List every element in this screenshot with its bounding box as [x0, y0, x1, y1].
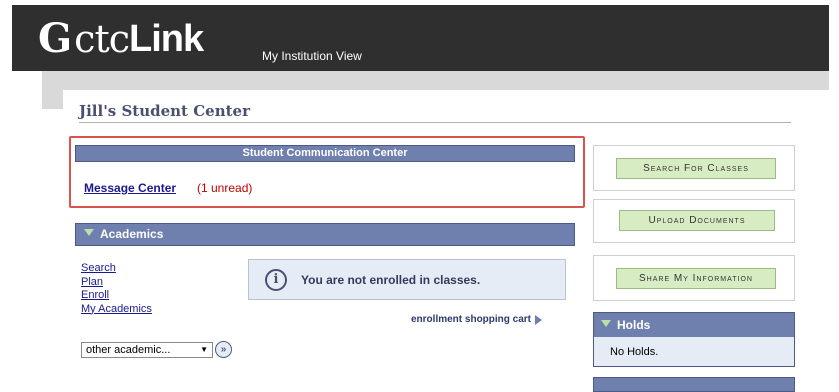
institution-view-label: My Institution View — [262, 49, 362, 63]
academics-section-header[interactable]: Academics — [75, 223, 575, 246]
upload-documents-panel: Upload Documents — [593, 199, 795, 243]
plan-link[interactable]: Plan — [81, 276, 152, 290]
collapse-triangle-icon[interactable] — [601, 320, 611, 328]
share-information-button[interactable]: Share My Information — [616, 268, 776, 289]
search-classes-button[interactable]: Search For Classes — [616, 158, 776, 179]
logo-link-text: Link — [129, 18, 204, 60]
upload-documents-button[interactable]: Upload Documents — [619, 210, 775, 231]
search-classes-panel: Search For Classes — [593, 145, 795, 191]
logo-ctc-text: ctc — [74, 17, 130, 61]
logo-mark-icon: G — [38, 15, 73, 62]
my-academics-link[interactable]: My Academics — [81, 303, 152, 317]
enrollment-notice: i You are not enrolled in classes. — [248, 259, 566, 300]
academics-title: Academics — [100, 227, 164, 241]
cart-link-label: enrollment shopping cart — [411, 314, 532, 325]
ctclink-logo[interactable]: G ctc Link — [38, 15, 204, 62]
search-link[interactable]: Search — [81, 262, 152, 276]
title-divider — [79, 122, 791, 123]
dropdown-arrow-icon: ▼ — [200, 345, 208, 354]
academics-links: Search Plan Enroll My Academics — [81, 262, 152, 316]
unread-count: (1 unread) — [197, 181, 253, 195]
enroll-link[interactable]: Enroll — [81, 289, 152, 303]
arrow-right-icon — [535, 314, 543, 325]
message-center-link[interactable]: Message Center — [84, 181, 176, 195]
page-title: Jill's Student Center — [79, 102, 250, 120]
other-academic-select[interactable]: other academic... ▼ — [81, 342, 213, 358]
page-frame: G ctc Link My Institution View Jill's St… — [0, 0, 839, 392]
communication-center-header: Student Communication Center — [75, 145, 575, 162]
header-bar: G ctc Link My Institution View — [12, 5, 829, 71]
holds-status: No Holds. — [610, 346, 659, 358]
collapse-triangle-icon[interactable] — [84, 229, 94, 237]
holds-panel: Holds No Holds. — [593, 312, 795, 367]
share-information-panel: Share My Information — [593, 255, 795, 301]
enrollment-cart-link[interactable]: enrollment shopping cart — [411, 314, 543, 325]
holds-title: Holds — [617, 318, 651, 332]
info-icon: i — [265, 268, 287, 291]
go-button[interactable]: » — [215, 341, 232, 358]
select-value: other academic... — [86, 344, 171, 356]
next-section-header[interactable] — [593, 377, 795, 392]
holds-header[interactable]: Holds — [594, 313, 794, 337]
notice-text: You are not enrolled in classes. — [301, 272, 481, 287]
